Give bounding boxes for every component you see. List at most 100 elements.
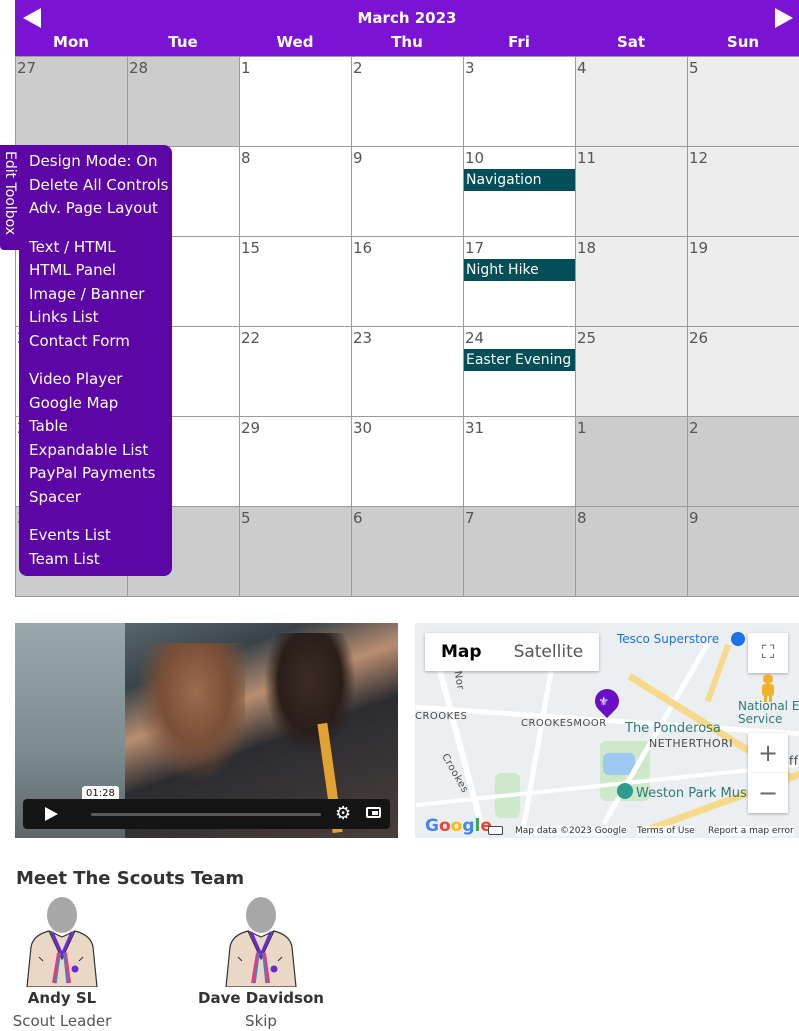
calendar-day-cell[interactable]: 4	[576, 57, 688, 147]
calendar-day-cell[interactable]: 22	[240, 327, 352, 417]
calendar-day-cell[interactable]: 1	[240, 57, 352, 147]
toolbox-item-team-list[interactable]: Team List	[29, 548, 172, 572]
map-road	[520, 663, 555, 833]
keyboard-shortcuts-icon[interactable]	[488, 826, 503, 835]
toolbox-item-delete-all-controls[interactable]: Delete All Controls	[29, 174, 172, 198]
calendar-day-cell[interactable]: 6	[352, 507, 464, 597]
google-logo: Google	[425, 816, 492, 836]
map-label-ponderosa[interactable]: The Ponderosa	[625, 721, 721, 736]
calendar-day-cell[interactable]: 7	[464, 507, 576, 597]
day-of-week-label: Sun	[726, 33, 760, 51]
picture-in-picture-icon[interactable]	[366, 807, 381, 818]
play-icon[interactable]	[23, 799, 81, 829]
toolbox-item-design-mode-on[interactable]: Design Mode: On	[29, 150, 172, 174]
map-label-tesco[interactable]: Tesco Superstore	[617, 632, 719, 646]
toolbox-item-table[interactable]: Table	[29, 415, 172, 439]
calendar-day-cell[interactable]: 26	[688, 327, 799, 417]
calendar-day-number: 17	[465, 239, 485, 257]
calendar-day-cell[interactable]: 5	[240, 507, 352, 597]
map-report-error-link[interactable]: Report a map error	[708, 826, 794, 836]
calendar-day-cell[interactable]: 31	[464, 417, 576, 507]
day-of-week-label: Mon	[53, 33, 89, 51]
gear-icon[interactable]: ⚙	[335, 803, 351, 824]
calendar-day-number: 8	[577, 509, 587, 527]
zoom-in-icon[interactable]: +	[748, 733, 788, 773]
calendar-day-number: 27	[17, 59, 37, 77]
shopping-cart-icon	[731, 632, 745, 646]
calendar-day-number: 30	[353, 419, 373, 437]
day-of-week-row: Mon Tue Wed Thu Fri Sat Sun	[15, 33, 799, 51]
toolbox-item-image-banner[interactable]: Image / Banner	[29, 283, 172, 307]
calendar-day-number: 10	[465, 149, 485, 167]
toolbox-item-events-list[interactable]: Events List	[29, 524, 172, 548]
team-member-card[interactable]: Dave Davidson Skip	[191, 897, 331, 1030]
calendar-day-cell[interactable]: 12	[688, 147, 799, 237]
calendar-day-cell[interactable]: 10 Navigation	[464, 147, 576, 237]
calendar-day-cell[interactable]: 5	[688, 57, 799, 147]
map-terms-link[interactable]: Terms of Use	[637, 826, 695, 836]
calendar-event[interactable]: Navigation	[464, 169, 575, 191]
map-label-weston[interactable]: Weston Park Mus	[636, 786, 747, 801]
day-of-week-label: Fri	[508, 33, 530, 51]
toolbox-item-html-panel[interactable]: HTML Panel	[29, 259, 172, 283]
pegman-icon[interactable]	[748, 673, 788, 703]
calendar-day-number: 24	[465, 329, 485, 347]
calendar-day-cell[interactable]: 2	[688, 417, 799, 507]
toolbox-item-video-player[interactable]: Video Player	[29, 368, 172, 392]
calendar-day-number: 1	[577, 419, 587, 437]
team-section-title: Meet The Scouts Team	[16, 868, 245, 889]
calendar-event[interactable]: Easter Evening	[464, 349, 575, 371]
toolbox-item-google-map[interactable]: Google Map	[29, 392, 172, 416]
google-map[interactable]: Tesco Superstore National E Service CROO…	[415, 623, 799, 838]
next-month-arrow-icon[interactable]	[775, 8, 793, 28]
calendar-day-cell[interactable]: 9	[352, 147, 464, 237]
team-member-card[interactable]: Andy SL Scout Leader	[0, 897, 132, 1030]
calendar-day-cell[interactable]: 24 Easter Evening	[464, 327, 576, 417]
calendar-day-number: 5	[689, 59, 699, 77]
calendar-day-cell[interactable]: 18	[576, 237, 688, 327]
calendar-day-cell[interactable]: 30	[352, 417, 464, 507]
toolbox-item-contact-form[interactable]: Contact Form	[29, 330, 172, 354]
map-label-national[interactable]: National E Service	[738, 700, 799, 726]
calendar-day-cell[interactable]: 3	[464, 57, 576, 147]
calendar-day-cell[interactable]: 28	[128, 57, 240, 147]
calendar-day-cell[interactable]: 11	[576, 147, 688, 237]
map-label-north-road: Nor	[451, 670, 466, 691]
toolbox-item-paypal-payments[interactable]: PayPal Payments	[29, 462, 172, 486]
calendar-day-cell[interactable]: 8	[576, 507, 688, 597]
calendar-day-number: 15	[241, 239, 261, 257]
calendar-day-number: 2	[689, 419, 699, 437]
calendar-day-cell[interactable]: 17 Night Hike	[464, 237, 576, 327]
calendar-day-cell[interactable]: 29	[240, 417, 352, 507]
calendar-day-cell[interactable]: 16	[352, 237, 464, 327]
toolbox-group-divider	[29, 353, 172, 368]
calendar-day-number: 23	[353, 329, 373, 347]
map-type-satellite-button[interactable]: Satellite	[498, 633, 600, 671]
map-marker-icon[interactable]: ⚜	[590, 684, 624, 718]
toolbox-item-text-html[interactable]: Text / HTML	[29, 236, 172, 260]
toolbox-item-adv-page-layout[interactable]: Adv. Page Layout	[29, 197, 172, 221]
edit-toolbox-tab[interactable]: Edit Toolbox	[0, 145, 19, 250]
calendar-day-cell[interactable]: 8	[240, 147, 352, 237]
calendar-day-cell[interactable]: 1	[576, 417, 688, 507]
map-type-map-button[interactable]: Map	[425, 633, 498, 671]
fullscreen-icon[interactable]: ⛶	[748, 633, 788, 673]
video-player[interactable]: 01:28 ⚙	[15, 623, 398, 838]
map-type-control: Map Satellite	[425, 633, 600, 671]
calendar-day-cell[interactable]: 25	[576, 327, 688, 417]
calendar-day-cell[interactable]: 15	[240, 237, 352, 327]
toolbox-item-links-list[interactable]: Links List	[29, 306, 172, 330]
calendar-event[interactable]: Night Hike	[464, 259, 575, 281]
calendar-day-cell[interactable]: 9	[688, 507, 799, 597]
toolbox-item-expandable-list[interactable]: Expandable List	[29, 439, 172, 463]
calendar-day-cell[interactable]: 27	[16, 57, 128, 147]
toolbox-item-spacer[interactable]: Spacer	[29, 486, 172, 510]
calendar-day-number: 31	[465, 419, 485, 437]
map-label-crookes: CROOKES	[415, 711, 468, 722]
video-seek-bar[interactable]	[91, 813, 321, 816]
calendar-day-cell[interactable]: 2	[352, 57, 464, 147]
zoom-out-icon[interactable]: −	[748, 773, 788, 813]
calendar-day-cell[interactable]: 23	[352, 327, 464, 417]
calendar-day-cell[interactable]: 19	[688, 237, 799, 327]
video-frame-person-left	[135, 643, 245, 783]
